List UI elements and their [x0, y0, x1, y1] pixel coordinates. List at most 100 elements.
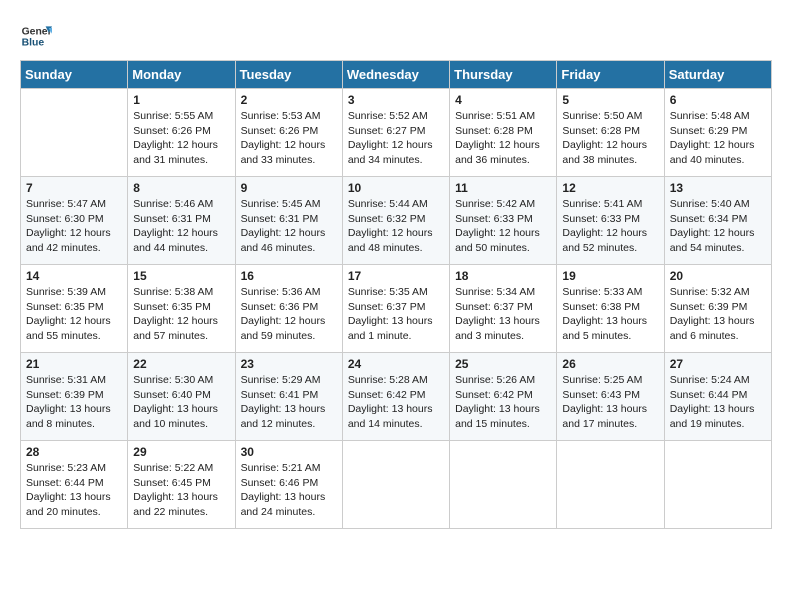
day-info: Sunrise: 5:28 AM	[348, 373, 444, 388]
day-info: Daylight: 13 hours	[348, 402, 444, 417]
calendar-cell: 19Sunrise: 5:33 AMSunset: 6:38 PMDayligh…	[557, 265, 664, 353]
day-info: Sunset: 6:30 PM	[26, 212, 122, 227]
calendar-cell: 17 Sunrise: 5:35 AMSunset: 6:37 PMDayligh…	[342, 265, 449, 353]
day-info: and 22 minutes.	[133, 505, 229, 520]
day-info: Sunset: 6:44 PM	[670, 388, 766, 403]
day-info: Sunset: 6:34 PM	[670, 212, 766, 227]
day-info: Sunset: 6:46 PM	[241, 476, 337, 491]
calendar-cell: 16Sunrise: 5:36 AMSunset: 6:36 PMDayligh…	[235, 265, 342, 353]
calendar-cell	[342, 441, 449, 529]
day-info: Sunrise: 5:35 AM	[348, 285, 444, 300]
day-info: and 3 minutes.	[455, 329, 551, 344]
calendar-cell: 4Sunrise: 5:51 AMSunset: 6:28 PMDaylight…	[450, 89, 557, 177]
calendar-cell: 26Sunrise: 5:25 AMSunset: 6:43 PMDayligh…	[557, 353, 664, 441]
day-info: Daylight: 12 hours	[133, 314, 229, 329]
day-number: 26	[562, 357, 658, 371]
day-info: Daylight: 13 hours	[133, 402, 229, 417]
calendar-header-saturday: Saturday	[664, 61, 771, 89]
day-info: Daylight: 12 hours	[133, 138, 229, 153]
calendar-cell: 11Sunrise: 5:42 AMSunset: 6:33 PMDayligh…	[450, 177, 557, 265]
calendar-header-row: SundayMondayTuesdayWednesdayThursdayFrid…	[21, 61, 772, 89]
calendar-cell	[664, 441, 771, 529]
calendar-cell: 29Sunrise: 5:22 AMSunset: 6:45 PMDayligh…	[128, 441, 235, 529]
day-info: Sunset: 6:37 PM	[348, 300, 444, 315]
day-number: 10	[348, 181, 444, 195]
day-info: Sunset: 6:33 PM	[562, 212, 658, 227]
day-info: Sunset: 6:40 PM	[133, 388, 229, 403]
calendar-cell: 12Sunrise: 5:41 AMSunset: 6:33 PMDayligh…	[557, 177, 664, 265]
day-number: 6	[670, 93, 766, 107]
day-info: Sunset: 6:39 PM	[670, 300, 766, 315]
calendar-cell	[21, 89, 128, 177]
day-info: Daylight: 12 hours	[348, 226, 444, 241]
day-info: Sunrise: 5:36 AM	[241, 285, 337, 300]
calendar-cell: 27Sunrise: 5:24 AMSunset: 6:44 PMDayligh…	[664, 353, 771, 441]
day-info: and 19 minutes.	[670, 417, 766, 432]
day-info: Daylight: 12 hours	[455, 226, 551, 241]
calendar-cell: 10Sunrise: 5:44 AMSunset: 6:32 PMDayligh…	[342, 177, 449, 265]
day-number: 30	[241, 445, 337, 459]
day-info: Sunset: 6:45 PM	[133, 476, 229, 491]
calendar-cell: 21Sunrise: 5:31 AMSunset: 6:39 PMDayligh…	[21, 353, 128, 441]
calendar-cell: 20 Sunrise: 5:32 AMSunset: 6:39 PMDayligh…	[664, 265, 771, 353]
day-info: Sunrise: 5:21 AM	[241, 461, 337, 476]
day-info: and 38 minutes.	[562, 153, 658, 168]
day-info: Sunset: 6:35 PM	[26, 300, 122, 315]
day-info: Sunset: 6:33 PM	[455, 212, 551, 227]
day-info: Sunrise: 5:29 AM	[241, 373, 337, 388]
day-info: Sunset: 6:38 PM	[562, 300, 658, 315]
day-number: 1	[133, 93, 229, 107]
day-info: Sunrise: 5:55 AM	[133, 109, 229, 124]
day-info: and 17 minutes.	[562, 417, 658, 432]
calendar-cell: 23Sunrise: 5:29 AMSunset: 6:41 PMDayligh…	[235, 353, 342, 441]
calendar-week-row: 28Sunrise: 5:23 AMSunset: 6:44 PMDayligh…	[21, 441, 772, 529]
day-info: and 14 minutes.	[348, 417, 444, 432]
day-info: Sunrise: 5:32 AM	[670, 285, 766, 300]
calendar-header-monday: Monday	[128, 61, 235, 89]
day-info: Daylight: 12 hours	[670, 226, 766, 241]
day-info: Sunrise: 5:34 AM	[455, 285, 551, 300]
day-number: 24	[348, 357, 444, 371]
day-info: and 8 minutes.	[26, 417, 122, 432]
day-info: Sunset: 6:26 PM	[241, 124, 337, 139]
day-info: Daylight: 13 hours	[348, 314, 444, 329]
day-info: Sunrise: 5:52 AM	[348, 109, 444, 124]
day-info: Sunrise: 5:31 AM	[26, 373, 122, 388]
calendar-header-friday: Friday	[557, 61, 664, 89]
day-info: Sunset: 6:41 PM	[241, 388, 337, 403]
day-info: Sunrise: 5:33 AM	[562, 285, 658, 300]
logo-icon: General Blue	[20, 20, 52, 52]
day-info: Daylight: 12 hours	[241, 226, 337, 241]
day-info: Sunset: 6:37 PM	[455, 300, 551, 315]
day-info: and 57 minutes.	[133, 329, 229, 344]
calendar-cell: 6Sunrise: 5:48 AMSunset: 6:29 PMDaylight…	[664, 89, 771, 177]
day-number: 16	[241, 269, 337, 283]
day-number: 15	[133, 269, 229, 283]
day-number: 21	[26, 357, 122, 371]
day-number: 20	[670, 269, 766, 283]
day-number: 23	[241, 357, 337, 371]
day-info: Sunrise: 5:25 AM	[562, 373, 658, 388]
day-info: Sunrise: 5:48 AM	[670, 109, 766, 124]
day-info: Sunset: 6:31 PM	[133, 212, 229, 227]
day-number: 17	[348, 269, 444, 283]
day-info: Daylight: 12 hours	[562, 138, 658, 153]
day-number: 27	[670, 357, 766, 371]
day-number: 4	[455, 93, 551, 107]
day-info: Sunset: 6:42 PM	[348, 388, 444, 403]
calendar-header-thursday: Thursday	[450, 61, 557, 89]
day-info: Sunrise: 5:45 AM	[241, 197, 337, 212]
day-number: 28	[26, 445, 122, 459]
day-info: and 44 minutes.	[133, 241, 229, 256]
day-info: Daylight: 12 hours	[26, 314, 122, 329]
day-info: Daylight: 13 hours	[670, 314, 766, 329]
day-info: Sunset: 6:31 PM	[241, 212, 337, 227]
day-info: and 46 minutes.	[241, 241, 337, 256]
day-info: Sunset: 6:28 PM	[455, 124, 551, 139]
day-info: Daylight: 13 hours	[455, 402, 551, 417]
day-info: Sunset: 6:29 PM	[670, 124, 766, 139]
day-info: and 33 minutes.	[241, 153, 337, 168]
day-info: and 20 minutes.	[26, 505, 122, 520]
day-number: 5	[562, 93, 658, 107]
day-number: 13	[670, 181, 766, 195]
